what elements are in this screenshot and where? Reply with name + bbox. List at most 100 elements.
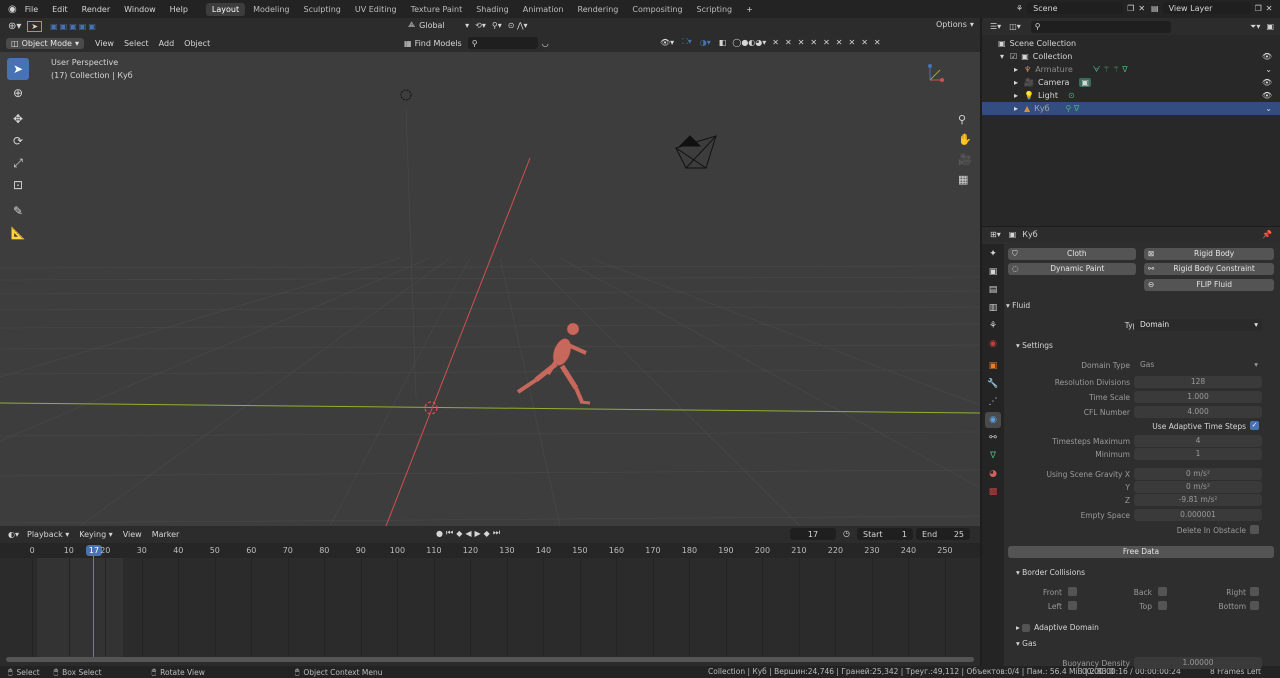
pan-hand-icon[interactable]: ✋ xyxy=(958,130,972,150)
orientation-dropdown[interactable]: Global ▾ xyxy=(419,21,469,30)
chevron-down-icon[interactable]: ⌄ xyxy=(1265,65,1272,74)
menu-window[interactable]: Window xyxy=(124,5,156,14)
eye-icon[interactable]: 👁 xyxy=(1262,52,1272,61)
view-layer-field[interactable]: View Layer xyxy=(1162,2,1251,14)
overlay-toggles[interactable]: ✕✕✕✕✕✕✕✕✕ xyxy=(772,38,886,47)
expand-icon[interactable]: ▸ xyxy=(1014,104,1018,113)
next-keyframe-icon[interactable]: ◆ xyxy=(484,529,493,538)
menu-playback[interactable]: Playback ▾ xyxy=(27,530,69,539)
empty-space-field[interactable]: 0.000001 xyxy=(1134,509,1262,521)
time-scale-field[interactable]: 1.000 xyxy=(1134,391,1262,403)
outliner-editor-icon[interactable]: ☰▾ xyxy=(990,22,1001,31)
menu-file[interactable]: File xyxy=(25,5,38,14)
constraints-tab-icon[interactable]: ⚯ xyxy=(985,430,1001,446)
proportional-edit-icon[interactable]: ⊙ ⋀▾ xyxy=(508,21,528,30)
dynamic-paint-button[interactable]: ◌ Dynamic Paint xyxy=(1008,263,1136,275)
visibility-icon[interactable]: 👁▾ xyxy=(660,38,674,47)
outliner-search[interactable]: ⚲ xyxy=(1030,20,1171,33)
tab-rendering[interactable]: Rendering xyxy=(572,3,625,16)
menu-select[interactable]: Select xyxy=(124,39,149,48)
editor-type-icon[interactable]: ⊕▾ xyxy=(8,21,21,32)
tab-scripting[interactable]: Scripting xyxy=(691,3,739,16)
checkbox-icon[interactable]: ☑ xyxy=(1010,52,1017,61)
world-tab-icon[interactable]: ◉ xyxy=(985,336,1001,352)
gas-panel-header[interactable]: ▾ Gas xyxy=(1016,639,1036,648)
particles-tab-icon[interactable]: ⋰ xyxy=(985,394,1001,410)
axis-gizmo[interactable] xyxy=(924,62,948,86)
menu-view[interactable]: View xyxy=(123,530,142,539)
prev-keyframe-icon[interactable]: ◆ xyxy=(456,529,465,538)
ortho-grid-icon[interactable]: ▦ xyxy=(958,170,972,190)
copy-scene-icon[interactable]: ❐ xyxy=(1127,4,1134,13)
minimum-field[interactable]: 1 xyxy=(1134,448,1262,460)
menu-add[interactable]: Add xyxy=(159,39,175,48)
scene-tab-icon[interactable]: ⚘ xyxy=(985,318,1001,334)
modifier-tab-icon[interactable]: 🔧 xyxy=(985,376,1001,392)
output-tab-icon[interactable]: ▤ xyxy=(985,282,1001,298)
border-collisions-header[interactable]: ▾ Border Collisions xyxy=(1016,568,1085,577)
cursor-tool[interactable]: ⊕ xyxy=(7,82,29,104)
select-box-tool[interactable]: ➤ xyxy=(7,58,29,80)
tab-animation[interactable]: Animation xyxy=(517,3,570,16)
expand-icon[interactable]: ▸ xyxy=(1014,91,1018,100)
free-data-button[interactable]: Free Data xyxy=(1008,546,1274,558)
delete-scene-icon[interactable]: ✕ xyxy=(1138,4,1145,13)
xray-icon[interactable]: ◧ xyxy=(719,38,727,47)
view-layer-tab-icon[interactable]: ▥ xyxy=(985,300,1001,316)
end-frame-field[interactable]: End 25 xyxy=(916,528,970,540)
current-frame-field[interactable]: 17 xyxy=(790,528,836,540)
playhead-line[interactable] xyxy=(93,546,94,658)
mode-dropdown[interactable]: ◫ Object Mode ▾ xyxy=(6,38,84,49)
properties-editor-icon[interactable]: ⊞▾ xyxy=(990,230,1001,239)
filter-icon[interactable]: ⏷▾ xyxy=(1250,22,1260,32)
delete-view-layer-icon[interactable]: ✕ xyxy=(1266,4,1273,13)
menu-view[interactable]: View xyxy=(95,39,114,48)
gravity-z-field[interactable]: -9.81 m/s² xyxy=(1134,494,1262,506)
buoyancy-field[interactable]: 1.00000 xyxy=(1134,657,1262,669)
adaptive-domain-checkbox[interactable] xyxy=(1022,624,1031,632)
material-tab-icon[interactable]: ◕ xyxy=(985,466,1001,482)
jump-start-icon[interactable]: ⏮ xyxy=(446,528,456,538)
tab-texture-paint[interactable]: Texture Paint xyxy=(405,3,469,16)
pivot-icon[interactable]: ⟲▾ xyxy=(475,21,486,30)
adaptive-domain-header[interactable]: ▸ Adaptive Domain xyxy=(1016,623,1099,632)
blender-logo-icon[interactable]: ◉ xyxy=(8,4,17,15)
tab-sculpting[interactable]: Sculpting xyxy=(298,3,347,16)
menu-keying[interactable]: Keying ▾ xyxy=(79,530,112,539)
render-tab-icon[interactable]: ▣ xyxy=(985,264,1001,280)
timesteps-max-field[interactable]: 4 xyxy=(1134,435,1262,447)
flip-fluid-button[interactable]: ⊖ FLIP Fluid xyxy=(1144,279,1274,291)
eye-icon[interactable]: 👁 xyxy=(1262,91,1272,100)
snap-icon[interactable]: ⚲▾ xyxy=(492,21,502,30)
left-checkbox[interactable] xyxy=(1068,601,1077,610)
top-checkbox[interactable] xyxy=(1158,601,1167,610)
overlay-icon[interactable]: ◑▾ xyxy=(700,38,711,47)
timeline-editor-icon[interactable]: ◐▾ xyxy=(8,530,19,539)
copy-view-layer-icon[interactable]: ❐ xyxy=(1255,4,1262,13)
tab-compositing[interactable]: Compositing xyxy=(626,3,688,16)
outliner-item-armature[interactable]: ▸ ♆ Armature ᗄ ⚚ ⚚ ∇ ⌄ xyxy=(982,63,1280,76)
back-checkbox[interactable] xyxy=(1158,587,1167,596)
move-tool[interactable]: ✥ xyxy=(7,108,29,130)
3d-viewport[interactable]: ⊕▾ ➤ ▣▣▣▣▣ ⟁ Global ▾ ⟲▾ ⚲▾ ⊙ ⋀▾ Options… xyxy=(0,18,980,526)
menu-object[interactable]: Object xyxy=(184,39,210,48)
resolution-field[interactable]: 128 xyxy=(1134,376,1262,388)
timeline-scrollbar[interactable] xyxy=(6,657,974,662)
pin-icon[interactable]: 📌 xyxy=(1262,230,1272,239)
scene-collection-row[interactable]: ▣ Scene Collection xyxy=(982,37,1280,50)
outliner-item-cube[interactable]: ▸ ▲ Куб ⚲ ∇ ⌄ xyxy=(982,102,1280,115)
data-tab-icon[interactable]: ∇ xyxy=(985,448,1001,464)
object-tab-icon[interactable]: ▣ xyxy=(985,358,1001,374)
outliner-item-camera[interactable]: ▸ 🎥 Camera ▣ 👁 xyxy=(982,76,1280,89)
adaptive-checkbox[interactable]: ✓ xyxy=(1250,421,1259,430)
annotate-tool[interactable]: ✎ xyxy=(7,200,29,222)
measure-tool[interactable]: 📐 xyxy=(7,222,29,244)
gravity-x-field[interactable]: 0 m/s² xyxy=(1134,468,1262,480)
outliner-item-light[interactable]: ▸ 💡 Light ⊙ 👁 xyxy=(982,89,1280,102)
chevron-down-icon[interactable]: ⌄ xyxy=(1265,104,1272,113)
scene-field[interactable]: Scene xyxy=(1027,2,1124,14)
record-icon[interactable]: ● xyxy=(436,529,446,538)
tool-tab-icon[interactable]: ✦ xyxy=(985,246,1001,262)
select-mode-icons[interactable]: ▣▣▣▣▣ xyxy=(50,22,98,31)
gravity-y-field[interactable]: 0 m/s² xyxy=(1134,481,1262,493)
